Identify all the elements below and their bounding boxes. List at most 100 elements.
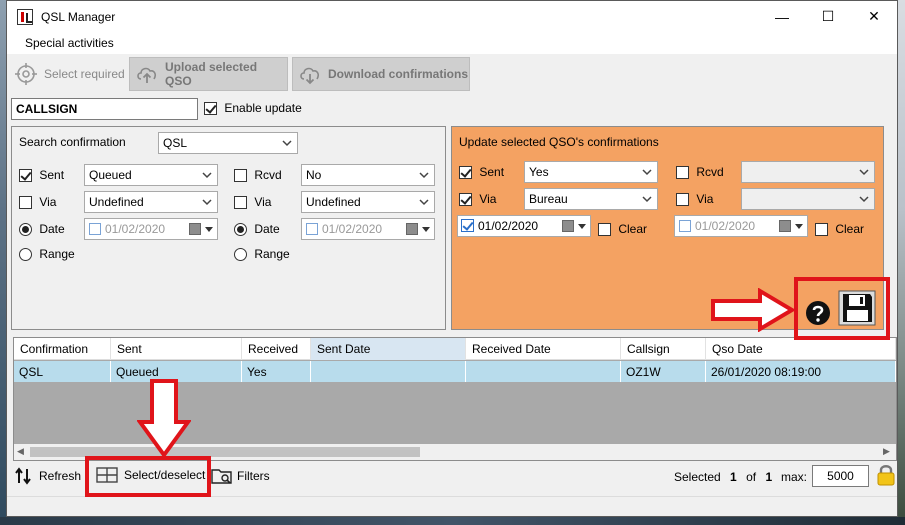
column-header-received-date[interactable]: Received Date: [466, 338, 621, 360]
update-sent-checkbox[interactable]: [459, 166, 472, 180]
update-via-label: Via: [479, 192, 497, 206]
search-sent-range-label: Range: [39, 247, 75, 261]
date-enable-checkbox[interactable]: [679, 220, 691, 232]
scroll-right-icon[interactable]: ▶: [883, 446, 890, 457]
chevron-down-icon: [202, 172, 212, 179]
update-panel-title: Update selected QSO's confirmations: [459, 135, 659, 149]
chevron-down-icon: [419, 199, 429, 206]
cell-sent-date: [311, 361, 466, 382]
update-sent-clear-checkbox[interactable]: [598, 223, 611, 237]
dropdown-arrow-icon: [795, 224, 803, 229]
search-rcvd-date-radio[interactable]: [234, 223, 247, 237]
of-label: of: [746, 470, 757, 484]
update-via-checkbox[interactable]: [459, 193, 472, 207]
maximize-button[interactable]: ☐: [805, 1, 851, 32]
qsl-manager-window: QSL Manager — ☐ ✕ Special activities Sel…: [6, 0, 898, 517]
calendar-icon: [189, 223, 201, 235]
search-sent-date-radio[interactable]: [19, 223, 32, 237]
search-sent-date-picker[interactable]: 01/02/2020: [84, 218, 218, 240]
sort-arrows-icon: [15, 467, 31, 485]
search-rcvd-range-radio[interactable]: [234, 248, 247, 262]
selected-label: Selected: [674, 470, 721, 484]
search-sent-date-label: Date: [39, 222, 65, 236]
update-rcvd-checkbox[interactable]: [676, 166, 689, 180]
chevron-down-icon: [859, 169, 869, 176]
column-header-qso-date[interactable]: Qso Date: [706, 338, 896, 360]
search-sent-label: Sent: [39, 168, 65, 182]
dropdown-arrow-icon: [422, 227, 430, 232]
date-enable-checkbox[interactable]: [89, 223, 101, 235]
update-sent-date-value: 01/02/2020: [478, 219, 539, 233]
scroll-left-icon[interactable]: ◀: [17, 446, 24, 457]
max-records-input[interactable]: 5000: [812, 465, 869, 487]
search-sent-via-label: Via: [39, 195, 57, 209]
dropdown-arrow-icon: [205, 227, 213, 232]
search-sent-via-select[interactable]: Undefined: [84, 191, 218, 213]
search-sent-via-value: Undefined: [89, 195, 144, 209]
search-rcvd-range-label: Range: [254, 247, 290, 261]
callsign-input[interactable]: CALLSIGN: [11, 98, 198, 120]
search-rcvd-value: No: [306, 168, 322, 182]
toolbar: Select required Upload selected QSO Down…: [7, 55, 897, 93]
filters-button[interactable]: Filters: [211, 467, 270, 485]
update-rcvd-date-picker[interactable]: 01/02/2020: [674, 215, 808, 237]
folder-search-icon: [211, 469, 232, 484]
date-enable-checkbox[interactable]: [306, 223, 318, 235]
footer-strip: [7, 496, 897, 516]
update-via-select[interactable]: Bureau: [524, 188, 658, 210]
enable-update-checkbox[interactable]: [204, 102, 217, 116]
update-rcvd-clear-checkbox[interactable]: [815, 223, 828, 237]
lock-icon[interactable]: [877, 464, 895, 486]
search-sent-range-radio[interactable]: [19, 248, 32, 262]
update-rcvd-via-checkbox[interactable]: [676, 193, 689, 207]
select-required-button[interactable]: Select required: [9, 57, 127, 91]
upload-selected-qso-button[interactable]: Upload selected QSO: [129, 57, 288, 91]
cell-received-date: [466, 361, 621, 382]
selection-counter: Selected 1 of 1: [674, 470, 772, 484]
update-via-value: Bureau: [529, 192, 568, 206]
table-header: Confirmation Sent Received Sent Date Rec…: [14, 338, 896, 360]
update-sent-select[interactable]: Yes: [524, 161, 658, 183]
search-sent-via-checkbox[interactable]: [19, 196, 32, 210]
search-rcvd-date-picker[interactable]: 01/02/2020: [301, 218, 435, 240]
menu-special-activities[interactable]: Special activities: [25, 36, 114, 50]
column-header-sent[interactable]: Sent: [111, 338, 242, 360]
annotation-arrow-down-icon: [137, 379, 191, 458]
search-rcvd-select[interactable]: No: [301, 164, 435, 186]
search-sent-select[interactable]: Queued: [84, 164, 218, 186]
column-header-received[interactable]: Received: [242, 338, 311, 360]
chevron-down-icon: [859, 196, 869, 203]
search-sent-date-value: 01/02/2020: [105, 222, 166, 236]
search-rcvd-via-checkbox[interactable]: [234, 196, 247, 210]
update-rcvd-select[interactable]: [741, 161, 875, 183]
upload-label: Upload selected QSO: [165, 60, 258, 88]
search-rcvd-checkbox[interactable]: [234, 169, 247, 183]
annotation-arrow-right-icon: [711, 288, 796, 332]
minimize-button[interactable]: —: [759, 1, 805, 32]
update-sent-date-picker[interactable]: 01/02/2020: [457, 215, 591, 237]
search-sent-checkbox[interactable]: [19, 169, 32, 183]
cloud-download-icon: [300, 67, 320, 85]
download-label: Download confirmations: [328, 67, 469, 81]
annotation-highlight-box-save: [794, 277, 890, 340]
calendar-icon: [406, 223, 418, 235]
desktop-background-right: [898, 0, 905, 525]
refresh-label: Refresh: [39, 469, 82, 483]
column-header-sent-date[interactable]: Sent Date: [311, 338, 466, 360]
date-enable-checkbox[interactable]: [461, 219, 474, 232]
column-header-confirmation[interactable]: Confirmation: [14, 338, 111, 360]
total-count: 1: [765, 470, 773, 484]
search-panel: Search confirmation QSL Sent Queued Via …: [11, 126, 446, 330]
update-rcvd-via-select[interactable]: [741, 188, 875, 210]
search-type-value: QSL: [163, 136, 188, 150]
search-rcvd-via-select[interactable]: Undefined: [301, 191, 435, 213]
dropdown-arrow-icon: [578, 224, 586, 229]
search-type-select[interactable]: QSL: [158, 132, 298, 154]
refresh-button[interactable]: Refresh: [15, 467, 81, 485]
search-sent-value: Queued: [89, 168, 132, 182]
column-header-callsign[interactable]: Callsign: [621, 338, 706, 360]
download-confirmations-button[interactable]: Download confirmations: [292, 57, 470, 91]
enable-update-label: Enable update: [224, 101, 302, 115]
selected-count: 1: [730, 470, 737, 484]
close-button[interactable]: ✕: [851, 1, 897, 32]
